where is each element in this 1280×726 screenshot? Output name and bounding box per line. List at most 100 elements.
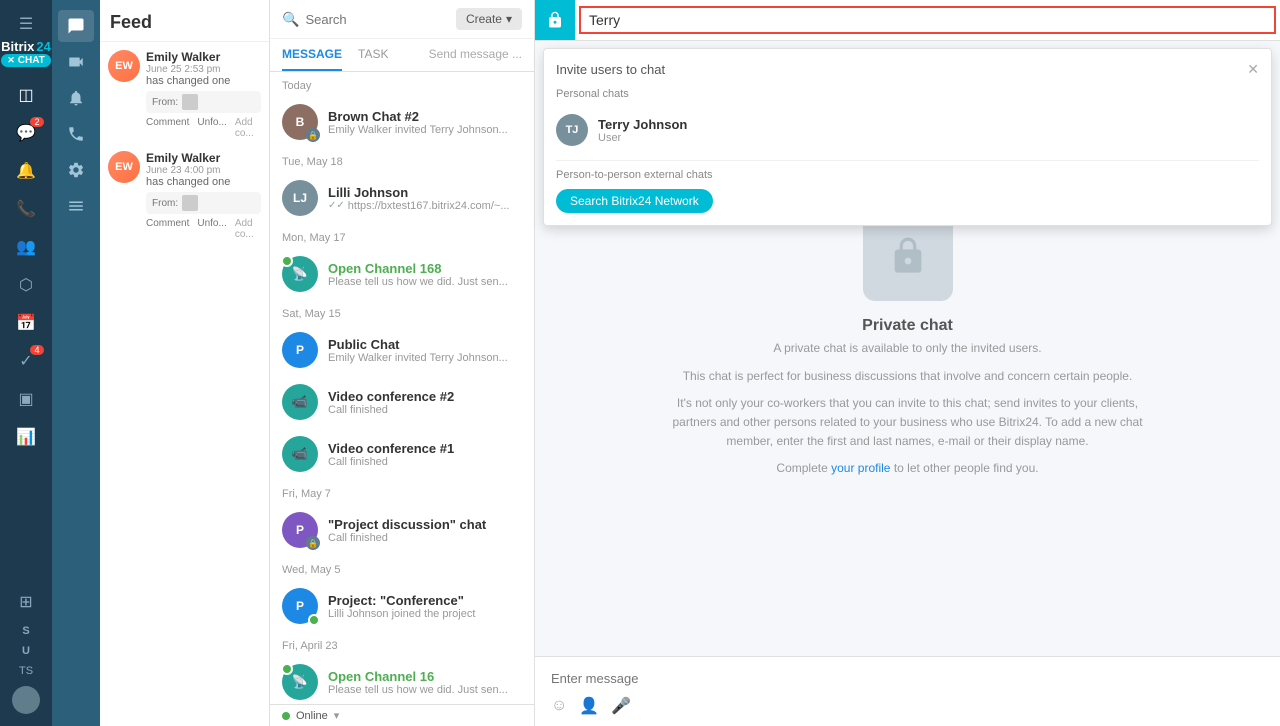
lock-overlay-icon: 🔒 [306,128,320,142]
invite-user-info: Terry Johnson User [598,117,687,144]
ch16-name: Open Channel 16 [328,669,434,684]
chat-preview-conf: Lilli Johnson joined the project [328,608,522,620]
chat-item-video1[interactable]: 📹 Video conference #1 Call finished [270,428,534,480]
chat-avatar-lilli: LJ [282,180,318,216]
chat-item-video2[interactable]: 📹 Video conference #2 Call finished [270,376,534,428]
hamburger-icon[interactable]: ☰ [13,8,39,40]
chat-badge-label: CHAT [18,55,45,66]
profile-link[interactable]: your profile [831,461,890,475]
feed-item-2[interactable]: EW Emily Walker June 23 4:00 pm has chan… [108,151,261,240]
chat-avatar-channel168: 📡 [282,256,318,292]
chat-preview-public: Emily Walker invited Terry Johnson... [328,352,522,364]
send-message-hint: Send message ... [429,39,522,71]
calendar2-icon: 📅 [16,313,36,333]
chat-info-video1: Video conference #1 Call finished [328,441,522,468]
sidebar-item-phone[interactable]: 📞 [6,191,46,227]
conf-online-dot [308,614,320,626]
sidebar-item-calendar[interactable]: 📅 [6,305,46,341]
chat-item-conference[interactable]: P Project: "Conference" Lilli Johnson jo… [270,580,534,632]
chat-tabs: MESSAGE TASK Send message ... [270,39,534,72]
second-sidebar-bell[interactable] [58,82,94,114]
comment-btn-2[interactable]: Comment [146,218,189,240]
second-sidebar-menu[interactable] [58,190,94,222]
chat-name-conf: Project: "Conference" [328,593,522,608]
lock-overlay-2: 🔒 [306,536,320,550]
second-sidebar-phone[interactable] [58,118,94,150]
unfollow-btn-1[interactable]: Unfo... [197,117,226,139]
lock-button[interactable] [535,0,575,40]
search-input[interactable] [305,12,448,27]
sidebar-item-feed[interactable]: ◫ [6,77,46,113]
user-avatar[interactable] [12,686,40,714]
feed-item-name-1: Emily Walker [146,50,261,64]
date-apr23: Fri, April 23 [270,632,534,656]
add-btn-2[interactable]: Add co... [235,218,261,240]
main-search-input[interactable] [589,12,1266,28]
create-label: Create [466,12,502,26]
sidebar-item-chat[interactable]: 💬 2 [6,115,46,151]
invite-user-role: User [598,132,687,144]
sidebar-item-s[interactable]: S [19,622,32,640]
chat-avatar-proj-disc: P 🔒 [282,512,318,548]
feed-content: EW Emily Walker June 25 2:53 pm has chan… [100,42,269,726]
invite-close-icon[interactable]: ✕ [1247,61,1259,78]
online-chevron-icon[interactable]: ▾ [334,709,340,722]
chat-item-project-disc[interactable]: P 🔒 "Project discussion" chat Call finis… [270,504,534,556]
external-chats-label: Person-to-person external chats [556,169,1259,181]
from-label-1: From: [152,97,178,108]
tab-message[interactable]: MESSAGE [282,39,342,71]
sidebar-item-apps[interactable]: ⊞ [6,584,46,620]
date-may18: Tue, May 18 [270,148,534,172]
sidebar-item-reports[interactable]: 📊 [6,419,46,455]
sidebar-item-notifications[interactable]: 🔔 [6,153,46,189]
chat-item-channel168[interactable]: 📡 Open Channel 168 Please tell us how we… [270,248,534,300]
second-sidebar-chat[interactable] [58,10,94,42]
create-button[interactable]: Create ▾ [456,8,522,30]
message-input[interactable] [551,667,1264,690]
chat-badge[interactable]: ✕ CHAT [1,54,51,67]
private-chat-desc1: This chat is perfect for business discus… [683,367,1133,386]
chat-preview-video1: Call finished [328,456,522,468]
chat-item-public[interactable]: P Public Chat Emily Walker invited Terry… [270,324,534,376]
reports2-icon: 📊 [16,427,36,447]
online-indicator [282,712,290,720]
sidebar-item-drive[interactable]: ▣ [6,381,46,417]
sidebar-item-u[interactable]: U [19,642,33,660]
second-sidebar-camera[interactable] [58,46,94,78]
sidebar-item-crm[interactable]: ⬡ [6,267,46,303]
private-chat-subtitle: A private chat is available to only the … [773,341,1041,355]
sidebar-item-ts[interactable]: TS [16,662,36,680]
chat-item-channel16[interactable]: 📡 Open Channel 16 Please tell us how we … [270,656,534,704]
chat-info-channel168: Open Channel 168 Please tell us how we d… [328,261,522,288]
add-btn-1[interactable]: Add co... [235,117,261,139]
chat-item-brown-chat[interactable]: B 🔒 Brown Chat #2 Emily Walker invited T… [270,96,534,148]
feed-item[interactable]: EW Emily Walker June 25 2:53 pm has chan… [108,50,261,139]
feed-item-date-2: June 23 4:00 pm [146,165,261,176]
microphone-icon[interactable]: 🎤 [611,696,631,716]
emoji-icon[interactable]: ☺ [551,697,567,715]
chat-info-proj-disc: "Project discussion" chat Call finished [328,517,522,544]
date-may5: Wed, May 5 [270,556,534,580]
invite-user-item[interactable]: TJ Terry Johnson User [556,108,1259,152]
apps2-icon: ⊞ [19,592,32,612]
comment-btn-1[interactable]: Comment [146,117,189,139]
close-chat-icon[interactable]: ✕ [7,55,15,66]
date-today: Today [270,72,534,96]
tab-task[interactable]: TASK [358,39,388,71]
main-chat-header [535,0,1280,41]
second-sidebar-gear[interactable] [58,154,94,186]
chat-info-channel16: Open Channel 16 Please tell us how we di… [328,669,522,696]
phone3-icon: 📞 [16,199,36,219]
feed-item-text-1: has changed one [146,75,261,87]
chat-item-lilli[interactable]: LJ Lilli Johnson ✓✓ https://bxtest167.bi… [270,172,534,224]
online-label: Online [296,710,328,722]
feed-actions-2: Comment Unfo... Add co... [146,218,261,240]
chat-name-channel168: Open Channel 168 [328,261,522,276]
sidebar-item-tasks[interactable]: ✓ 4 [6,343,46,379]
sidebar-item-contacts[interactable]: 👥 [6,229,46,265]
add-user-icon[interactable]: 👤 [579,696,599,716]
search-network-button[interactable]: Search Bitrix24 Network [556,189,713,213]
date-may15: Sat, May 15 [270,300,534,324]
date-may7: Fri, May 7 [270,480,534,504]
unfollow-btn-2[interactable]: Unfo... [197,218,226,240]
